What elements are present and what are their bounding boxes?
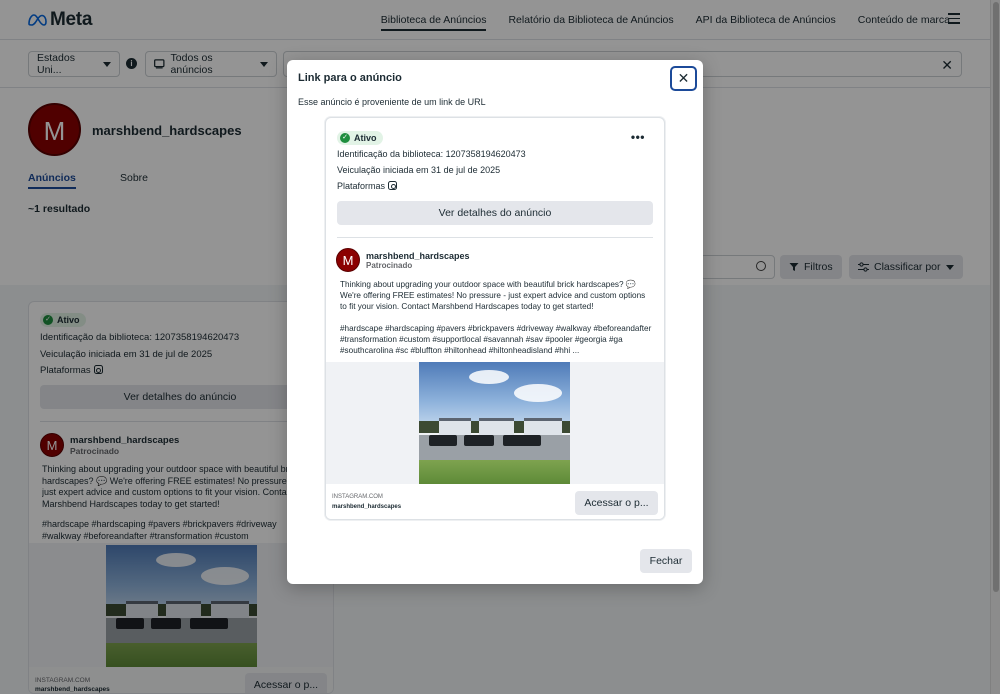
status-badge-label: Ativo [354,133,377,143]
advertiser-name[interactable]: marshbend_hardscapes [366,251,470,261]
close-icon[interactable]: ✕ [670,66,697,91]
dialog-title: Link para o anúncio [298,72,402,84]
ad-card: ✓ Ativo ••• Identificação da biblioteca:… [325,117,665,520]
dialog-subtitle: Esse anúncio é proveniente de um link de… [298,97,486,107]
cta-bar: INSTAGRAM.COM marshbend_hardscapes Acess… [326,484,664,519]
avatar[interactable]: M [336,248,360,272]
more-options-icon[interactable]: ••• [631,130,645,144]
ad-details-button[interactable]: Ver detalhes do anúncio [337,201,653,225]
divider [337,237,653,238]
ad-hashtags: #hardscape #hardscaping #pavers #brickpa… [340,324,652,355]
instagram-icon [388,181,398,190]
advertiser-row: M marshbend_hardscapes Patrocinado [336,248,470,272]
start-date: Veiculação iniciada em 31 de jul de 2025 [337,165,501,175]
platforms: Plataformas [337,181,398,191]
ad-body-text: Thinking about upgrading your outdoor sp… [340,280,646,311]
close-button[interactable]: Fechar [640,549,692,573]
visit-page-button[interactable]: Acessar o p... [575,491,658,515]
library-id: Identificação da biblioteca: 12073581946… [337,149,526,159]
sponsored-label: Patrocinado [366,260,413,270]
status-badge: ✓ Ativo [337,131,383,145]
platforms-label: Plataformas [337,181,386,191]
ad-link-dialog: Link para o anúncio ✕ Esse anúncio é pro… [287,60,703,584]
ad-image[interactable] [419,362,570,484]
cta-page-name: marshbend_hardscapes [332,504,402,510]
cta-domain: INSTAGRAM.COM [332,494,383,500]
check-icon: ✓ [340,133,350,143]
